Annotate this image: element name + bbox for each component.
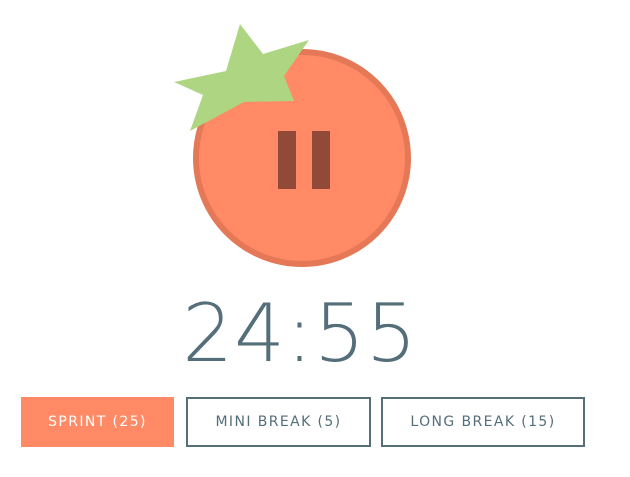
tomato-graphic [0, 0, 630, 290]
long-break-button[interactable]: LONG BREAK (15) [381, 397, 585, 447]
pause-icon-bar-right [312, 131, 330, 189]
pomodoro-app: 24:55 SPRINT (25) MINI BREAK (5) LONG BR… [0, 0, 630, 477]
pause-button[interactable] [262, 115, 342, 205]
timer-display: 24:55 [182, 287, 418, 380]
pause-icon-bar-left [278, 131, 296, 189]
sprint-button[interactable]: SPRINT (25) [21, 397, 174, 447]
mini-break-button[interactable]: MINI BREAK (5) [186, 397, 371, 447]
